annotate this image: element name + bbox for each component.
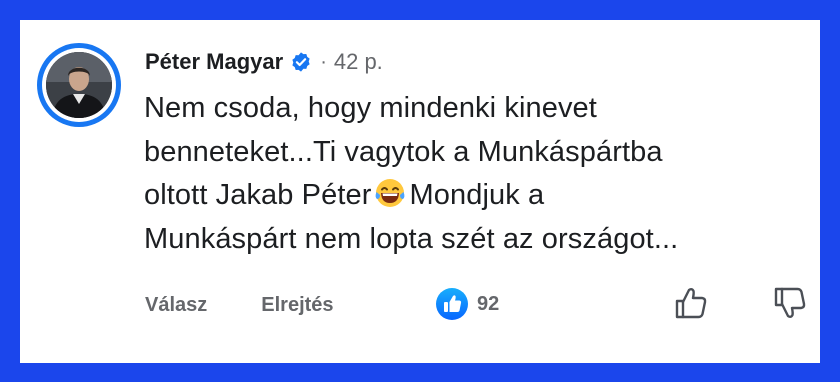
comment-card: Péter Magyar · 42 p. Nem csoda, hogy min…: [20, 20, 820, 363]
meta-separator: ·: [320, 50, 327, 73]
thumbs-down-outline-icon[interactable]: [771, 284, 809, 322]
hide-button[interactable]: Elrejtés: [261, 294, 333, 317]
comment-time[interactable]: 42 p.: [334, 49, 383, 75]
thumbs-up-outline-icon[interactable]: [672, 284, 710, 322]
avatar[interactable]: [37, 43, 121, 127]
like-count: 92: [477, 292, 500, 315]
reply-button[interactable]: Válasz: [145, 294, 207, 317]
comment-line-text: Mondjuk a: [409, 179, 545, 211]
comment-header: Péter Magyar · 42 p.: [145, 47, 383, 77]
author-name[interactable]: Péter Magyar: [145, 49, 283, 75]
like-thumb-icon: [436, 288, 468, 320]
laughing-tears-emoji-icon: [374, 177, 406, 209]
comment-line: Munkáspárt nem lopta szét az országot...: [144, 222, 679, 255]
comment-actions: Válasz Elrejtés: [145, 290, 334, 320]
comment-text: Nem csoda, hogy mindenki kinevet bennete…: [144, 87, 804, 261]
avatar-photo: [46, 52, 112, 118]
reaction-summary[interactable]: 92: [436, 288, 499, 320]
comment-line: oltott Jakab Péter Mondjuk a: [144, 174, 804, 218]
comment-line: Nem csoda, hogy mindenki kinevet: [144, 92, 597, 124]
comment-line-text: oltott Jakab Péter: [144, 179, 372, 211]
avatar-border: [42, 48, 116, 122]
verified-badge-icon: [290, 51, 312, 73]
comment-line: benneteket...Ti vagytok a Munkáspártba: [144, 135, 663, 168]
